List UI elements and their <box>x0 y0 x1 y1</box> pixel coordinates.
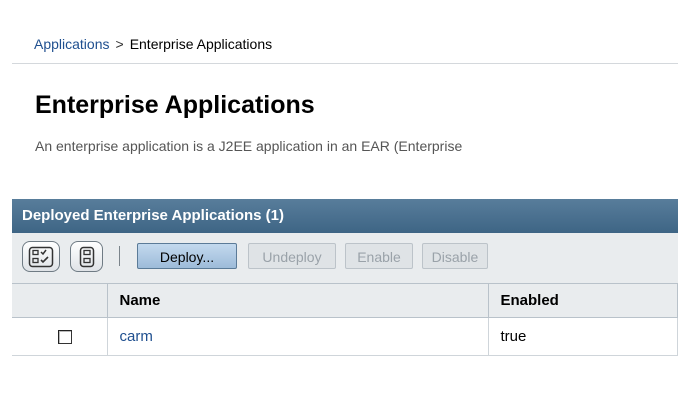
deselect-all-icon <box>79 246 94 267</box>
breadcrumb-separator: > <box>115 36 124 52</box>
panel-title: Deployed Enterprise Applications (1) <box>12 199 678 233</box>
app-name-link[interactable]: carm <box>120 328 153 345</box>
row-select-cell <box>12 317 108 356</box>
breadcrumb: Applications > Enterprise Applications <box>34 36 272 52</box>
column-header-select <box>12 284 108 318</box>
column-header-name[interactable]: Name <box>107 284 489 318</box>
table-header-row: Name Enabled <box>12 284 678 318</box>
undeploy-button[interactable]: Undeploy <box>248 243 336 269</box>
disable-button[interactable]: Disable <box>422 243 488 269</box>
deselect-all-button[interactable] <box>70 241 103 272</box>
app-enabled-cell: true <box>488 317 678 356</box>
toolbar-divider <box>119 246 120 266</box>
applications-table: Name Enabled carm true <box>12 284 678 356</box>
select-all-icon <box>28 246 54 267</box>
deployed-apps-panel: Deployed Enterprise Applications (1) Dep… <box>12 199 678 396</box>
breadcrumb-current: Enterprise Applications <box>129 36 273 52</box>
deploy-button[interactable]: Deploy... <box>137 243 237 269</box>
table-toolbar: Deploy... Undeploy Enable Disable <box>12 233 678 284</box>
select-all-button[interactable] <box>22 241 60 272</box>
page-title: Enterprise Applications <box>35 91 315 119</box>
page-description: An enterprise application is a J2EE appl… <box>35 138 463 154</box>
breadcrumb-divider <box>12 63 678 64</box>
row-checkbox[interactable] <box>58 329 72 344</box>
enable-button[interactable]: Enable <box>345 243 413 269</box>
column-header-enabled[interactable]: Enabled <box>488 284 678 318</box>
breadcrumb-link-applications[interactable]: Applications <box>34 36 110 52</box>
top-band <box>0 0 678 13</box>
app-name-cell: carm <box>107 317 489 356</box>
table-row: carm true <box>12 317 678 356</box>
